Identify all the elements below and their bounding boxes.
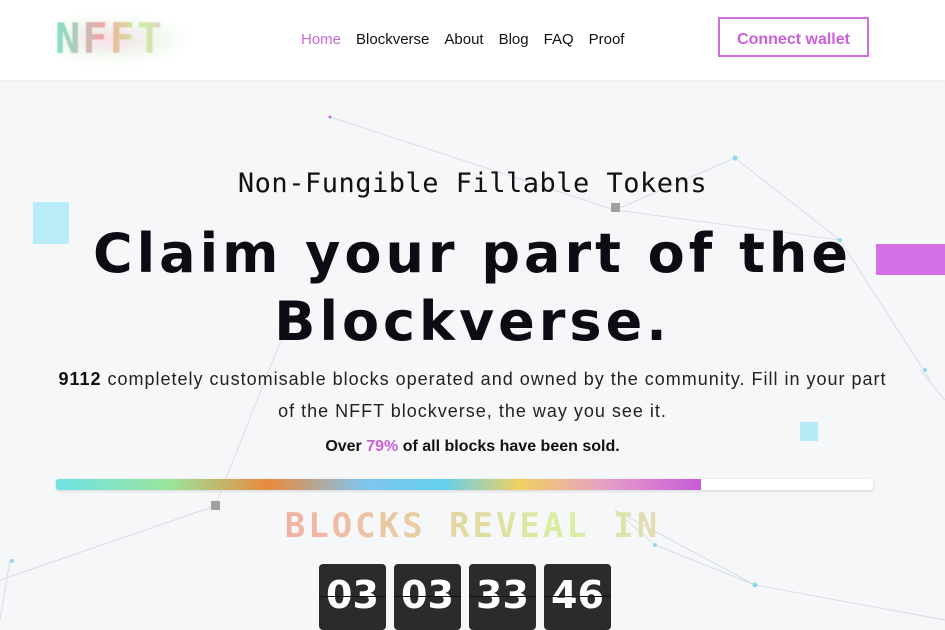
nav-blockverse[interactable]: Blockverse	[356, 31, 429, 49]
countdown-minutes: 33	[469, 564, 536, 630]
main-nav: Home Blockverse About Blog FAQ Proof	[301, 31, 639, 49]
sold-prefix: Over	[325, 438, 367, 455]
nav-proof[interactable]: Proof	[589, 31, 625, 49]
nav-blog[interactable]: Blog	[499, 31, 529, 49]
hero-description: 9112 completely customisable blocks oper…	[50, 363, 895, 427]
reveal-countdown: 03 03 33 46	[319, 564, 611, 630]
sold-suffix: of all blocks have been sold.	[398, 438, 620, 455]
hero-headline-line1: Claim your part of the	[93, 222, 852, 285]
hero-subtitle: Non-Fungible Fillable Tokens	[237, 168, 708, 199]
nav-home[interactable]: Home	[301, 31, 341, 49]
nav-about[interactable]: About	[444, 31, 483, 49]
sales-progress-bar	[56, 479, 873, 490]
sales-progress-fill	[56, 479, 702, 490]
countdown-days: 03	[319, 564, 386, 630]
countdown-hours: 03	[394, 564, 461, 630]
blocks-reveal-title: BLOCKS REVEAL IN	[0, 506, 945, 546]
sold-percent: 79%	[366, 438, 399, 455]
description-text: completely customisable blocks operated …	[101, 369, 887, 421]
nav-faq[interactable]: FAQ	[544, 31, 574, 49]
hero-headline-line2: Blockverse.	[274, 290, 671, 353]
connect-wallet-button[interactable]: Connect wallet	[718, 17, 869, 57]
decor-square-gray	[611, 203, 620, 212]
countdown-seconds: 46	[544, 564, 611, 630]
nfft-logo[interactable]: NFFT	[55, 14, 195, 64]
hero-headline: Claim your part of the Blockverse.	[0, 220, 945, 356]
block-count: 9112	[58, 369, 102, 389]
sold-status: Over 79% of all blocks have been sold.	[0, 438, 945, 456]
site-header: NFFT Home Blockverse About Blog FAQ Proo…	[0, 0, 945, 80]
